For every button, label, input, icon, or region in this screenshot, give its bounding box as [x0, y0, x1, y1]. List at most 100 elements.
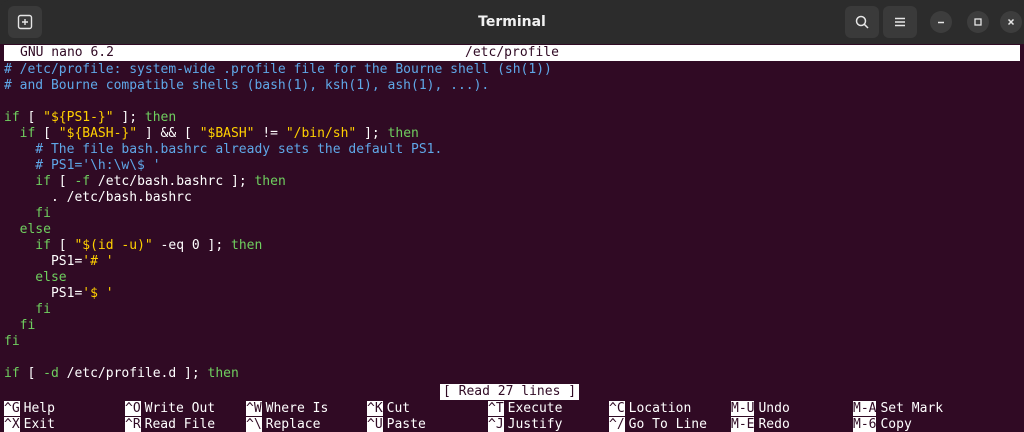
code-line: if [ -d /etc/profile.d ]; then [4, 366, 239, 382]
code-token: -eq 0 ]; [152, 238, 232, 253]
shortcut-label: Set Mark [880, 401, 944, 416]
file-name: /etc/profile [465, 45, 559, 60]
code-token: then [231, 238, 263, 253]
maximize-button[interactable] [967, 11, 989, 33]
code-token: . /etc/bash.bashrc [4, 190, 192, 205]
shortcut-item[interactable]: M-E Redo [731, 417, 790, 432]
code-token: # /etc/profile: system-wide .profile fil… [4, 62, 552, 77]
code-token: else [4, 222, 51, 237]
code-line: fi [4, 334, 20, 350]
code-token: "${PS1-}" [43, 110, 114, 125]
code-token: # and Bourne compatible shells (bash(1),… [4, 78, 490, 93]
shortcut-item[interactable]: ^K Cut [367, 401, 410, 417]
shortcut-label: Paste [386, 417, 426, 432]
code-line: fi [4, 206, 51, 222]
shortcut-label: Redo [758, 417, 790, 432]
code-token: "/bin/sh" [285, 126, 357, 141]
shortcut-key: ^C [609, 401, 625, 416]
code-token: '$ ' [82, 286, 114, 301]
code-token: [ [50, 174, 75, 189]
code-token: # The file bash.bashrc already sets the … [4, 142, 443, 157]
shortcut-key: ^G [4, 401, 20, 416]
shortcut-label: Copy [880, 417, 912, 432]
close-icon [1007, 18, 1015, 26]
code-token: PS1= [4, 254, 83, 269]
code-token: if [4, 366, 20, 381]
code-line: # /etc/profile: system-wide .profile fil… [4, 62, 552, 78]
title-bar: Terminal [0, 0, 1024, 44]
code-line: # PS1='\h:\w\$ ' [4, 158, 161, 174]
search-button[interactable] [845, 6, 879, 38]
shortcut-item[interactable]: ^\ Replace [246, 417, 320, 432]
shortcut-key: ^K [367, 401, 383, 416]
shortcut-item[interactable]: ^X Exit [4, 417, 55, 432]
menu-button[interactable] [883, 6, 917, 38]
nano-header: GNU nano 6.2 /etc/profile [4, 45, 1020, 61]
shortcut-label: Where Is [265, 401, 329, 416]
shortcut-label: Undo [758, 401, 790, 416]
code-token: /etc/profile.d ]; [58, 366, 208, 381]
shortcut-key: ^/ [609, 417, 625, 432]
shortcut-item[interactable]: M-U Undo [731, 401, 790, 417]
terminal-window: Terminal GNU nano 6.2 /etc/profile # /et… [0, 0, 1024, 432]
shortcut-item[interactable]: ^G Help [4, 401, 55, 417]
code-token: else [4, 270, 67, 285]
code-line: if [ "${PS1-}" ]; then [4, 110, 176, 126]
code-token: ] && [ [137, 126, 200, 141]
maximize-icon [974, 18, 982, 26]
code-token: "${BASH-}" [58, 126, 138, 141]
shortcut-key: ^U [367, 417, 383, 432]
shortcut-item[interactable]: M-6 Copy [853, 417, 912, 432]
code-token: fi [4, 334, 20, 349]
code-token: fi [4, 206, 51, 221]
shortcut-item[interactable]: ^O Write Out [125, 401, 215, 417]
code-token: if [4, 110, 20, 125]
code-line: if [ -f /etc/bash.bashrc ]; then [4, 174, 286, 190]
code-token: ]; [356, 126, 388, 141]
code-token: fi [4, 302, 51, 317]
code-token: -d [43, 366, 59, 381]
code-token: '# ' [82, 254, 114, 269]
code-line: if [ "${BASH-}" ] && [ "$BASH" != "/bin/… [4, 126, 419, 142]
code-token: # PS1='\h:\w\$ ' [4, 158, 161, 173]
shortcut-key: M-U [731, 401, 755, 416]
shortcut-item[interactable]: ^W Where Is [246, 401, 328, 417]
shortcut-item[interactable]: ^/Go To Line [609, 417, 707, 432]
hamburger-menu-icon [895, 17, 905, 27]
shortcut-item[interactable]: M-A Set Mark [853, 401, 943, 417]
shortcut-label: Location [628, 401, 692, 416]
code-token: "$(id -u)" [74, 238, 153, 253]
code-token: if [4, 174, 51, 189]
shortcut-label: Go To Line [628, 417, 707, 432]
code-line: # The file bash.bashrc already sets the … [4, 142, 442, 158]
shortcut-key: ^T [488, 401, 504, 416]
new-tab-button[interactable] [8, 6, 42, 38]
status-message: [ Read 27 lines ] [440, 384, 580, 400]
code-token: [ [19, 366, 44, 381]
code-token: ]; [113, 110, 145, 125]
code-line: PS1='# ' [4, 254, 114, 270]
code-token: fi [4, 318, 36, 333]
code-token: if [4, 238, 51, 253]
code-token: PS1= [4, 286, 83, 301]
shortcut-item[interactable]: ^T Execute [488, 401, 562, 417]
minimize-button[interactable] [930, 11, 952, 33]
code-token: [ [35, 126, 59, 141]
shortcut-item[interactable]: ^U Paste [367, 417, 426, 432]
shortcut-item[interactable]: ^R Read File [125, 417, 215, 432]
shortcut-label: Justify [507, 417, 563, 432]
shortcut-label: Help [23, 401, 55, 416]
shortcut-label: Exit [23, 417, 55, 432]
shortcut-item[interactable]: ^J Justify [488, 417, 562, 432]
close-button[interactable] [1000, 11, 1022, 33]
shortcut-key: ^R [125, 417, 141, 432]
code-token: != [254, 126, 286, 141]
code-line: else [4, 270, 67, 286]
terminal-area[interactable]: GNU nano 6.2 /etc/profile # /etc/profile… [0, 44, 1024, 432]
code-token: if [4, 126, 36, 141]
shortcut-label: Execute [507, 401, 563, 416]
code-line: else [4, 222, 51, 238]
shortcut-item[interactable]: ^C Location [609, 401, 691, 417]
shortcut-key: ^X [4, 417, 20, 432]
shortcut-key: M-6 [853, 417, 877, 432]
